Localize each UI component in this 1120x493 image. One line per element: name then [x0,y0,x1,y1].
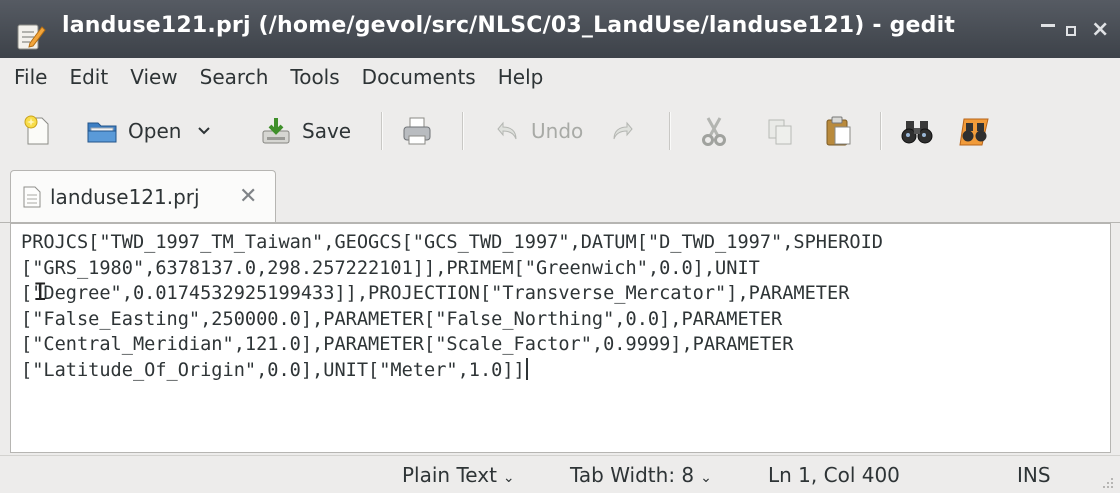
tab-width-label: Tab Width: 8 [570,463,695,487]
undo-button[interactable]: Undo [495,105,583,157]
minimize-button[interactable] [1041,24,1055,27]
cursor-position: Ln 1, Col 400 [768,463,900,487]
editor-content[interactable]: PROJCS["TWD_1997_TM_Taiwan",GEOGCS["GCS_… [21,230,883,384]
menu-file[interactable]: File [0,58,58,96]
folder-open-icon [87,122,117,143]
print-icon [403,117,431,145]
title-bar[interactable]: landuse121.prj (/home/gevol/src/NLSC/03_… [0,0,1120,58]
mouse-ibeam-cursor-icon: I [33,278,48,306]
new-document-icon [24,115,49,145]
tab-label: landuse121.prj [50,184,200,209]
undo-label: Undo [531,119,584,143]
menu-view[interactable]: View [119,58,188,96]
toolbar-separator [462,112,464,150]
menu-tools[interactable]: Tools [279,58,350,96]
open-label: Open [128,119,182,143]
editor-line: ["Central_Meridian",121.0],PARAMETER["Sc… [21,334,794,356]
window-title: landuse121.prj (/home/gevol/src/NLSC/03_… [62,13,956,38]
menu-edit[interactable]: Edit [58,58,119,96]
find-icon [901,121,933,144]
tab-width-selector[interactable]: Tab Width: 8 ⌄ [570,461,712,489]
close-window-button[interactable]: × [1091,19,1109,41]
save-icon [262,118,290,144]
status-bar: Plain Text ⌄ Tab Width: 8 ⌄ Ln 1, Col 400 … [0,455,1120,493]
document-tabs: landuse121.prj ✕ [0,166,1120,223]
toolbar-separator [880,112,882,150]
editor-line: PROJCS["TWD_1997_TM_Taiwan",GEOGCS["GCS_… [21,232,883,253]
editor-line: ["False_Easting",250000.0],PARAMETER["Fa… [21,308,783,330]
maximize-button[interactable] [1066,26,1076,36]
menu-search[interactable]: Search [189,58,280,96]
resize-grip-icon[interactable] [1100,475,1114,489]
undo-icon [497,121,517,140]
gedit-app-icon [17,24,46,50]
print-button[interactable] [401,105,433,157]
redo-icon [613,121,633,140]
toolbar-separator [669,112,671,150]
paste-icon [826,116,851,146]
close-tab-icon[interactable]: ✕ [239,184,257,209]
save-button[interactable]: Save [260,105,351,157]
tab-landuse121-prj[interactable]: landuse121.prj ✕ [10,170,276,222]
new-document-button[interactable] [22,105,54,157]
menu-help[interactable]: Help [487,58,555,96]
copy-icon [768,119,792,145]
paste-button[interactable] [823,105,853,157]
open-dropdown-icon[interactable] [197,126,211,136]
cut-button[interactable] [699,105,729,157]
text-file-icon [23,186,41,207]
open-button[interactable]: Open [86,105,211,157]
chevron-down-icon: ⌄ [700,470,712,486]
cut-icon [702,117,726,146]
redo-button[interactable] [609,105,635,157]
find-replace-button[interactable] [958,105,994,157]
editor-line: ["Latitude_Of_Origin",0.0],UNIT["Meter",… [21,359,525,381]
toolbar-separator [381,112,383,150]
language-selector[interactable]: Plain Text ⌄ [402,461,515,489]
save-label: Save [302,119,352,143]
find-replace-icon [959,118,989,146]
menu-documents[interactable]: Documents [351,58,487,96]
text-editor[interactable]: PROJCS["TWD_1997_TM_Taiwan",GEOGCS["GCS_… [10,223,1111,453]
language-label: Plain Text [402,463,497,487]
gedit-window: landuse121.prj (/home/gevol/src/NLSC/03_… [0,0,1120,493]
menu-bar: File Edit View Search Tools Documents He… [0,58,1120,96]
chevron-down-icon: ⌄ [502,470,515,486]
editor-line: ["GRS_1980",6378137.0,298.257222101]],PR… [21,257,760,279]
insert-mode: INS [1017,463,1051,487]
editor-line: ["Degree",0.0174532925199433]],PROJECTIO… [21,283,850,305]
toolbar: Open Save Undo [0,96,1120,166]
copy-button[interactable] [765,105,795,157]
find-button[interactable] [900,105,934,157]
text-cursor [525,357,528,380]
